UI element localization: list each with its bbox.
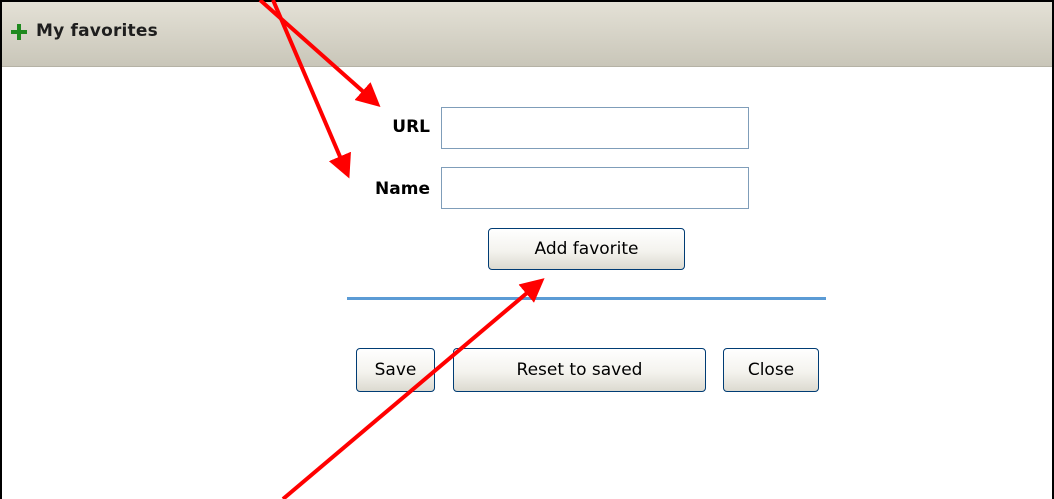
reset-to-saved-button[interactable]: Reset to saved [453, 348, 706, 392]
panel-title: My favorites [36, 21, 158, 41]
name-label: Name [375, 179, 430, 199]
url-input[interactable] [441, 107, 749, 149]
close-button[interactable]: Close [723, 348, 819, 392]
url-label: URL [392, 117, 430, 137]
section-divider [347, 297, 826, 300]
save-button[interactable]: Save [356, 348, 435, 392]
name-input[interactable] [441, 167, 749, 209]
add-favorite-button[interactable]: Add favorite [488, 228, 685, 270]
panel-header[interactable]: My favorites [2, 2, 1052, 67]
plus-icon[interactable] [10, 23, 28, 41]
